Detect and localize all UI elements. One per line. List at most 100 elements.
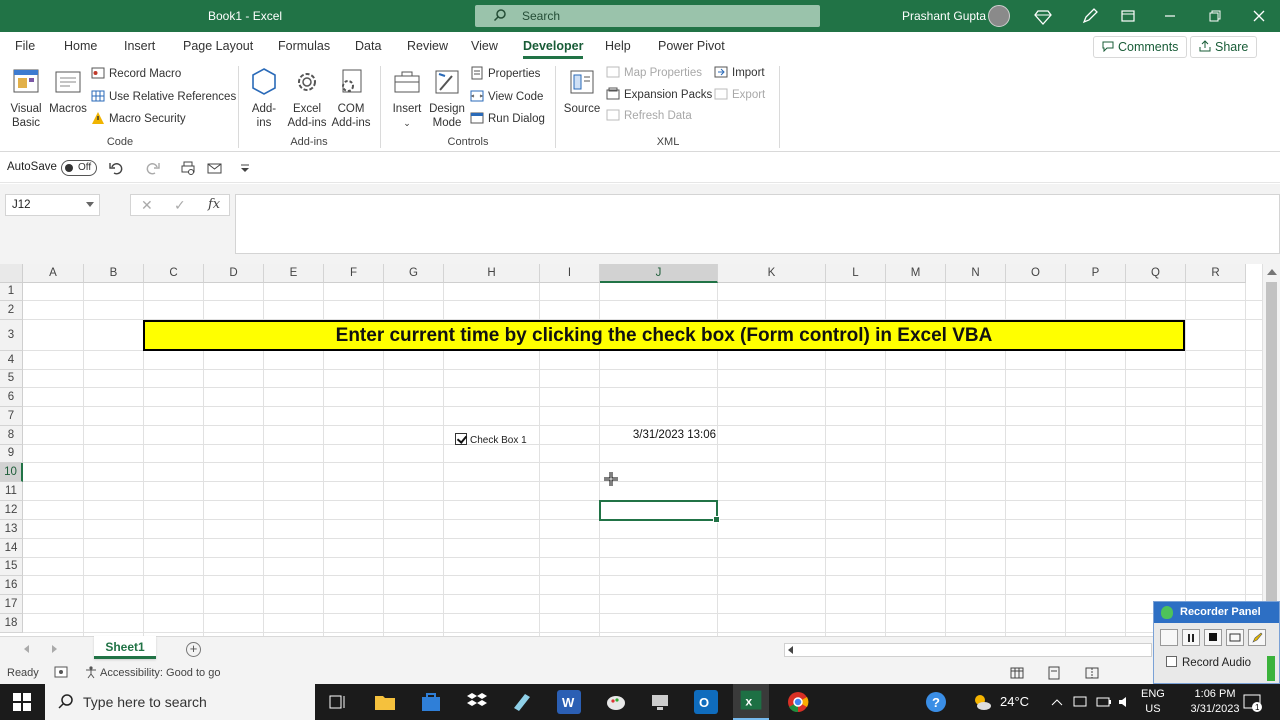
title-banner[interactable]: Enter current time by clicking the check… — [143, 320, 1185, 351]
column-header-i[interactable]: I — [540, 264, 600, 283]
select-all-corner[interactable] — [0, 264, 23, 283]
network-icon[interactable] — [1072, 690, 1088, 714]
tab-help[interactable]: Help — [605, 39, 631, 53]
row-header-17[interactable]: 17 — [0, 595, 23, 614]
selected-cell-j12[interactable] — [599, 500, 720, 523]
taskbar-search[interactable]: Type here to search — [45, 684, 315, 720]
visual-basic-button[interactable]: Visual Basic — [6, 66, 46, 130]
com-addins-button[interactable]: COM Add-ins — [329, 66, 373, 130]
column-header-h[interactable]: H — [444, 264, 540, 283]
column-header-n[interactable]: N — [946, 264, 1006, 283]
accessibility-icon[interactable] — [84, 665, 98, 679]
chrome-icon[interactable] — [786, 690, 810, 714]
next-sheet-icon[interactable] — [52, 645, 57, 653]
macros-button[interactable]: Macros — [48, 66, 88, 116]
tab-file[interactable]: File — [15, 39, 35, 53]
row-header-3[interactable]: 3 — [0, 320, 23, 351]
macro-record-icon[interactable] — [54, 665, 68, 679]
row-header-9[interactable]: 9 — [0, 445, 23, 463]
excel-taskbar-icon[interactable]: x — [733, 684, 769, 720]
addins-button[interactable]: Add- ins — [246, 66, 282, 130]
row-header-7[interactable]: 7 — [0, 407, 23, 426]
tab-page-layout[interactable]: Page Layout — [183, 39, 253, 53]
windows-start-icon[interactable] — [13, 693, 31, 711]
tab-view[interactable]: View — [471, 39, 498, 53]
stop-icon[interactable] — [1204, 629, 1222, 646]
row-header-12[interactable]: 12 — [0, 501, 23, 520]
map-properties-button[interactable]: Map Properties — [606, 64, 702, 82]
email-icon[interactable] — [207, 160, 223, 176]
name-box[interactable]: J12 — [5, 194, 100, 216]
xml-source-button[interactable]: Source — [563, 66, 601, 116]
record-icon[interactable] — [1160, 629, 1178, 646]
battery-icon[interactable] — [1096, 690, 1112, 714]
horizontal-scrollbar[interactable] — [784, 643, 1152, 657]
tab-review[interactable]: Review — [407, 39, 448, 53]
vertical-scrollbar[interactable] — [1262, 264, 1280, 636]
minimize-icon[interactable] — [1160, 6, 1180, 26]
check-box-1[interactable]: Check Box 1 — [455, 433, 527, 446]
sheet-tab-sheet1[interactable]: Sheet1 — [94, 636, 156, 659]
column-header-c[interactable]: C — [144, 264, 204, 283]
column-header-e[interactable]: E — [264, 264, 324, 283]
user-name[interactable]: Prashant Gupta — [902, 9, 986, 23]
row-header-15[interactable]: 15 — [0, 558, 23, 576]
normal-view-icon[interactable] — [1009, 665, 1025, 681]
notepad-icon[interactable] — [510, 690, 534, 714]
column-header-f[interactable]: F — [324, 264, 384, 283]
column-header-r[interactable]: R — [1186, 264, 1246, 283]
tab-data[interactable]: Data — [355, 39, 381, 53]
excel-addins-button[interactable]: Excel Add-ins — [285, 66, 329, 130]
expansion-packs-button[interactable]: Expansion Packs — [606, 86, 712, 104]
row-header-10[interactable]: 10 — [0, 463, 23, 482]
column-header-k[interactable]: K — [718, 264, 826, 283]
column-header-p[interactable]: P — [1066, 264, 1126, 283]
use-relative-references-button[interactable]: Use Relative References — [91, 88, 236, 106]
comments-button[interactable]: Comments — [1093, 36, 1188, 58]
macro-security-button[interactable]: Macro Security — [91, 110, 186, 128]
import-button[interactable]: Import — [714, 64, 765, 82]
prev-sheet-icon[interactable] — [24, 645, 29, 653]
chevron-up-icon[interactable] — [1050, 690, 1064, 714]
add-sheet-icon[interactable]: + — [186, 642, 201, 657]
page-layout-view-icon[interactable] — [1046, 665, 1062, 681]
computer-icon[interactable] — [648, 690, 672, 714]
column-header-j[interactable]: J — [600, 264, 718, 283]
notifications-icon[interactable]: 1 — [1240, 690, 1264, 714]
print-preview-icon[interactable] — [180, 160, 196, 176]
column-header-a[interactable]: A — [23, 264, 84, 283]
draw-icon[interactable] — [1248, 629, 1266, 646]
refresh-data-button[interactable]: Refresh Data — [606, 107, 692, 125]
tab-formulas[interactable]: Formulas — [278, 39, 330, 53]
cancel-icon[interactable]: ✕ — [141, 197, 153, 214]
row-header-4[interactable]: 4 — [0, 351, 23, 370]
row-header-16[interactable]: 16 — [0, 576, 23, 595]
tab-power-pivot[interactable]: Power Pivot — [658, 39, 725, 53]
column-header-b[interactable]: B — [84, 264, 144, 283]
scroll-up-icon[interactable] — [1267, 269, 1277, 275]
spreadsheet-grid[interactable]: A B C D E F G H I J K L M N O P Q R 1 2 3 4 5 6 7 8 9 10 11 12 13 14 15 1… — [0, 264, 1262, 636]
row-header-6[interactable]: 6 — [0, 388, 23, 407]
accessibility-status[interactable]: Accessibility: Good to go — [100, 667, 220, 679]
undo-icon[interactable] — [108, 160, 124, 176]
weather-temperature[interactable]: 24°C — [1000, 694, 1029, 709]
tab-insert[interactable]: Insert — [124, 39, 155, 53]
insert-control-button[interactable]: Insert ⌄ — [390, 66, 424, 130]
column-header-m[interactable]: M — [886, 264, 946, 283]
word-icon[interactable]: W — [557, 690, 581, 714]
diamond-icon[interactable] — [1033, 6, 1053, 26]
tab-developer[interactable]: Developer — [523, 39, 584, 59]
customize-toolbar-icon[interactable] — [237, 160, 253, 176]
share-button[interactable]: Share — [1190, 36, 1258, 58]
column-header-q[interactable]: Q — [1126, 264, 1186, 283]
page-break-view-icon[interactable] — [1084, 665, 1100, 681]
file-explorer-icon[interactable] — [373, 690, 397, 714]
volume-icon[interactable] — [1117, 690, 1133, 714]
enter-icon[interactable]: ✓ — [174, 197, 186, 214]
design-mode-button[interactable]: Design Mode — [428, 66, 466, 130]
weather-icon[interactable] — [970, 690, 994, 714]
row-header-2[interactable]: 2 — [0, 301, 23, 320]
search-box[interactable]: Search — [475, 5, 820, 27]
recorder-header[interactable]: Recorder Panel — [1154, 602, 1279, 623]
paint-icon[interactable] — [604, 690, 628, 714]
